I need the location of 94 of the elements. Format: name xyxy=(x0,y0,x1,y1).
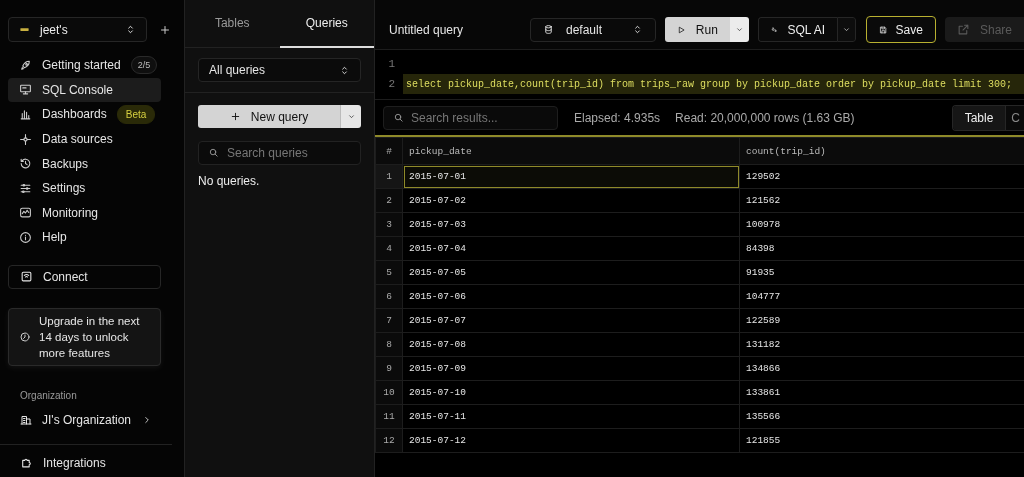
nav-label: Backups xyxy=(42,156,89,171)
view-tab[interactable]: Table xyxy=(952,105,1006,130)
nav-item[interactable]: Settings xyxy=(8,175,161,201)
table-cell[interactable]: 2015-07-09 xyxy=(402,356,740,381)
query-title: Untitled query xyxy=(389,22,465,37)
row-number: 5 xyxy=(375,260,403,285)
column-header: # xyxy=(375,137,403,165)
nav-item[interactable]: Monitoring xyxy=(8,200,161,226)
nav-label: Settings xyxy=(42,181,86,196)
history-icon xyxy=(19,157,32,171)
row-number: 6 xyxy=(375,284,403,309)
chevron-updown-icon xyxy=(125,24,136,35)
rocket-icon xyxy=(19,58,32,72)
nav-label: Data sources xyxy=(42,132,113,147)
plus-icon xyxy=(229,111,241,122)
help-icon xyxy=(19,230,32,244)
search-icon xyxy=(393,111,404,123)
table-cell[interactable]: 2015-07-11 xyxy=(402,404,740,429)
nav-label: Monitoring xyxy=(42,205,99,220)
clock-icon xyxy=(19,330,31,343)
row-number: 7 xyxy=(375,308,403,333)
table-cell[interactable]: 2015-07-10 xyxy=(402,380,740,405)
row-number: 1 xyxy=(375,164,403,189)
sql-ai-button[interactable]: SQL AI xyxy=(758,17,838,42)
badge: Beta xyxy=(116,105,156,124)
badge: 2/5 xyxy=(130,56,158,75)
column-header: count(trip_id) xyxy=(739,137,1024,165)
row-number: 4 xyxy=(375,236,403,261)
column-header: pickup_date xyxy=(402,137,740,165)
code-line[interactable]: select pickup_date,count(trip_id) from trips_raw group by pickup_date order by pickup_date limit 300; xyxy=(406,75,1013,93)
upgrade-text: Upgrade in the next 14 days to unlock more features xyxy=(39,313,141,361)
nav-label: Dashboards xyxy=(42,107,107,122)
query-filter-dropdown[interactable]: All queries xyxy=(198,58,361,82)
caret-icon xyxy=(734,25,744,34)
building-icon xyxy=(20,413,32,426)
row-number: 10 xyxy=(375,380,403,405)
row-number: 8 xyxy=(375,332,403,357)
nav-label: SQL Console xyxy=(42,82,113,97)
row-number: 12 xyxy=(375,428,403,453)
row-number: 2 xyxy=(375,188,403,213)
elapsed-time: Elapsed: 4.935s xyxy=(574,110,661,125)
database-selector[interactable]: default xyxy=(530,17,656,42)
nav-item[interactable]: Dashboards Beta xyxy=(8,102,161,127)
table-cell[interactable]: 2015-07-08 xyxy=(402,332,740,357)
chevron-right-icon xyxy=(142,414,152,425)
search-icon xyxy=(208,147,219,158)
line-number: 1 xyxy=(387,58,395,70)
nav-item[interactable]: Data sources xyxy=(8,126,161,152)
database-icon xyxy=(543,24,554,35)
nav-item[interactable]: Integrations xyxy=(20,455,184,470)
rows-read: Read: 20,000,000 rows (1.63 GB) xyxy=(675,110,855,125)
chevron-updown-icon xyxy=(339,64,350,76)
puzzle-icon xyxy=(20,456,33,470)
nav-item[interactable]: Backups xyxy=(8,151,161,176)
nav-item[interactable]: Getting started 2/5 xyxy=(8,53,161,78)
run-button[interactable]: Run xyxy=(664,17,730,42)
row-number: 11 xyxy=(375,404,403,429)
save-icon xyxy=(878,23,888,36)
caret-icon xyxy=(842,25,851,34)
sliders-icon xyxy=(19,181,32,195)
section-label: Organization xyxy=(20,389,78,401)
view-tab[interactable]: C xyxy=(1005,105,1024,130)
new-query-button[interactable]: New query xyxy=(198,105,340,128)
row-number: 3 xyxy=(375,212,403,237)
table-cell[interactable]: 2015-07-01 xyxy=(402,164,740,189)
activity-icon xyxy=(19,206,32,220)
search-field[interactable]: Search queries xyxy=(198,141,361,165)
organization-item[interactable]: JI's Organization xyxy=(20,412,152,427)
save-button[interactable]: Save xyxy=(865,16,936,43)
table-cell[interactable]: 2015-07-05 xyxy=(402,260,740,285)
bar-chart-icon xyxy=(19,108,32,121)
nav-label: Help xyxy=(42,230,67,245)
plus-icon xyxy=(159,23,171,36)
table-cell[interactable]: 2015-07-07 xyxy=(402,308,740,333)
nav-item[interactable]: Help xyxy=(8,225,161,250)
connect-icon xyxy=(20,270,33,284)
table-cell[interactable]: 2015-07-02 xyxy=(402,188,740,213)
search-field[interactable]: Search results... xyxy=(383,105,558,130)
caret-icon xyxy=(346,112,356,121)
table-cell[interactable]: 2015-07-12 xyxy=(402,428,740,453)
row-number: 9 xyxy=(375,356,403,381)
network-icon xyxy=(19,132,32,146)
connect-button[interactable]: Connect xyxy=(8,264,161,289)
table-cell[interactable]: 2015-07-04 xyxy=(402,236,740,261)
table-cell[interactable]: 2015-07-03 xyxy=(402,212,740,237)
share-icon xyxy=(956,23,970,36)
nav-item[interactable]: SQL Console xyxy=(8,77,161,103)
table-cell[interactable]: 2015-07-06 xyxy=(402,284,740,309)
empty-message: No queries. xyxy=(198,174,261,188)
workspace-selector[interactable]: jeet's xyxy=(8,17,147,42)
tab[interactable]: Tables xyxy=(185,0,280,48)
nav-label: Getting started xyxy=(42,58,121,73)
line-number: 2 xyxy=(387,78,395,90)
monitor-icon xyxy=(19,83,32,97)
